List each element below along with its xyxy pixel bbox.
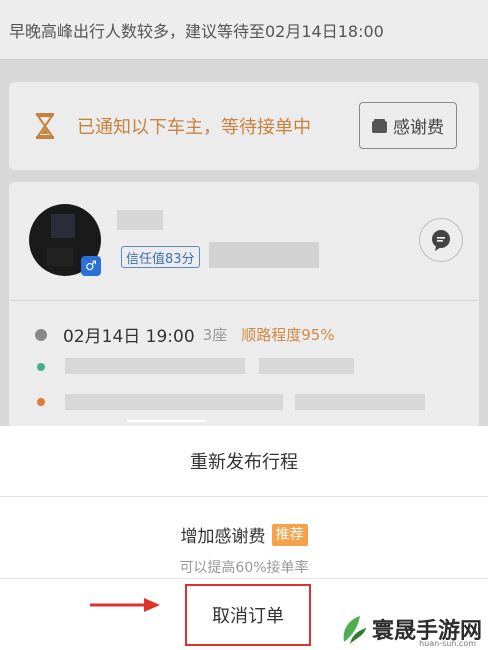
clock-icon — [35, 328, 47, 341]
male-icon: ♂ — [81, 256, 101, 276]
chat-button[interactable] — [419, 218, 463, 262]
car-info-blurred — [209, 242, 319, 268]
top-notice-text: 早晚高峰出行人数较多，建议等待至02月14日18:00 — [9, 21, 384, 41]
leaf-logo-icon — [343, 616, 366, 644]
add-fee-label: 增加感谢费 — [180, 527, 266, 547]
route-match: 顺路程度95% — [241, 326, 335, 344]
divider — [0, 578, 488, 579]
thanks-fee-label: 感谢费 — [393, 118, 444, 138]
status-text: 已通知以下车主，等待接单中 — [77, 117, 311, 138]
start-point-icon — [37, 363, 45, 371]
add-fee-subtext: 可以提高60%接单率 — [179, 560, 309, 576]
top-notice-bar: 早晚高峰出行人数较多，建议等待至02月14日18:00 — [0, 0, 488, 60]
end-address-blurred — [295, 394, 425, 410]
trust-score-badge: 信任值83分 — [121, 246, 200, 268]
status-card: 已通知以下车主，等待接单中 感谢费 — [9, 82, 479, 170]
watermark: 寰晟手游网 huan-sun.com — [338, 612, 482, 648]
scroll-hint — [127, 420, 207, 422]
trip-time: 02月14日 19:00 — [63, 327, 195, 347]
end-address-blurred — [65, 394, 283, 410]
watermark-url: huan-sun.com — [419, 639, 476, 648]
trip-seats: 3座 — [202, 326, 228, 344]
start-address-blurred — [65, 358, 245, 374]
driver-card: ♂ 信任值83分 02月14日 19:00 3座 顺路程度95% — [9, 182, 479, 426]
end-point-icon — [37, 398, 45, 406]
red-arrow-annotation — [90, 598, 160, 612]
cancel-order-label: 取消订单 — [212, 606, 284, 627]
republish-trip-button[interactable]: 重新发布行程 — [0, 426, 488, 496]
divider — [9, 300, 479, 301]
cancel-order-button[interactable]: 取消订单 — [185, 584, 311, 646]
hourglass-icon — [36, 113, 54, 139]
chat-icon — [432, 230, 450, 251]
wallet-icon — [372, 118, 387, 133]
republish-label: 重新发布行程 — [190, 452, 298, 473]
driver-name-blurred — [117, 210, 163, 230]
recommend-badge: 推荐 — [271, 523, 308, 546]
trip-time-row: 02月14日 19:00 3座 顺路程度95% — [35, 322, 335, 347]
start-address-blurred — [259, 358, 354, 374]
action-sheet: 重新发布行程 增加感谢费 推荐 可以提高60%接单率 取消订单 寰晟手游网 hu… — [0, 426, 488, 650]
thanks-fee-button[interactable]: 感谢费 — [359, 102, 457, 149]
